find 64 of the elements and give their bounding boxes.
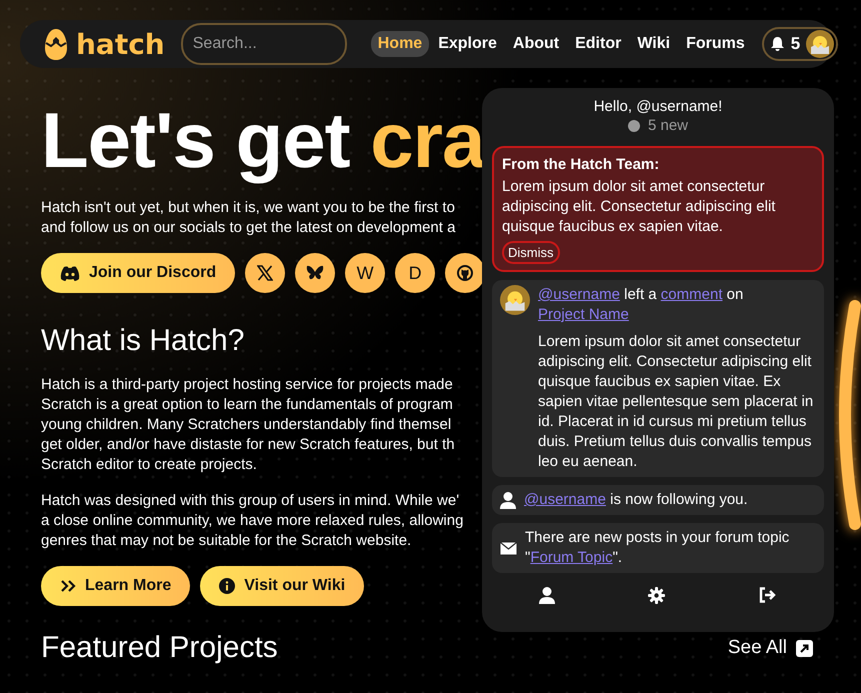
nav-link[interactable]: Explore [431, 31, 504, 57]
notification-text: @username left a comment on Project Name [538, 285, 744, 325]
user-icon [500, 492, 516, 508]
bell-icon [770, 36, 785, 52]
see-all-link[interactable]: See All [728, 637, 813, 659]
social-icon-button[interactable] [245, 253, 286, 293]
github-icon [457, 265, 474, 281]
greeting-text: Hello, @username! [592, 98, 724, 115]
intro-text-line: Hatch isn't out yet, but when it is, we want you to be the first to [41, 198, 455, 218]
info-icon [219, 578, 236, 594]
nav-link[interactable]: Editor [568, 31, 628, 57]
section-heading: What is Hatch? [41, 323, 244, 359]
discord-button[interactable]: Join our Discord [41, 253, 236, 293]
nav-link[interactable]: About [506, 31, 566, 57]
paragraph-text-line: genres that may not be suitable for the Scratch website. [41, 531, 412, 551]
notification-button[interactable]: 5 [762, 27, 838, 61]
learn-more-button[interactable]: Learn More [41, 566, 190, 606]
logo-text[interactable]: hatch [76, 28, 165, 60]
social-icon-button[interactable] [295, 253, 336, 293]
paragraph-text-line: Scratch editor to create projects. [41, 455, 257, 475]
paragraph-text-line: young children. Many Scratchers understandably find themsel [41, 415, 452, 435]
wiki-button[interactable]: Visit our Wiki [200, 566, 364, 606]
text-link[interactable]: Project Name [538, 306, 629, 323]
nav-link[interactable]: Home [370, 31, 430, 57]
section-heading: Featured Projects [41, 630, 278, 666]
notification-text: There are new posts in your forum topic "Forum Topic". [525, 528, 790, 568]
envelope-icon [500, 542, 517, 554]
dismiss-button[interactable]: Dismiss [502, 241, 560, 264]
intro-text-line: and follow us on our socials to get the latest on development a [41, 218, 456, 238]
paragraph-text-line: Hatch is a third-party project hosting service for projects made [41, 375, 453, 395]
text-link[interactable]: @username [538, 286, 620, 303]
paragraph-text-line: Hatch was designed with this group of users in mind. While we' [41, 491, 460, 511]
paragraph-text-line: get older, and/or have distaste for new Scratch features, but th [41, 435, 455, 455]
status-dot-icon [628, 120, 640, 132]
notification-card[interactable]: @username is now following you. [492, 485, 824, 515]
settings-icon[interactable] [648, 586, 666, 604]
egg-logo-icon [44, 27, 68, 61]
social-button[interactable]: D [395, 253, 436, 293]
social-button[interactable]: W [345, 253, 386, 293]
double-chevron-icon [60, 579, 76, 593]
logout-icon[interactable] [759, 587, 778, 603]
discord-icon [60, 266, 80, 280]
external-link-icon [796, 640, 813, 656]
search-field[interactable]: Search... [180, 23, 347, 65]
notification-card[interactable]: There are new posts in your forum topic "Forum Topic". [492, 523, 824, 573]
paragraph-text-line: Scratch is a great option to learn the fundamentals of program [41, 395, 453, 415]
notification-card[interactable] [492, 280, 824, 477]
text-link[interactable]: @username [524, 491, 606, 508]
new-count-text: 5 new [648, 117, 688, 134]
text-link[interactable]: comment [660, 286, 722, 303]
comment-text: Lorem ipsum dolor sit amet consectetur adipiscing elit. Consectetur adipiscing elit quisque faucibus ex sapien vitae. Ex sapien vitae pellentesque sem placerat in id. Placerat in id cursus mi pretium tellus duis. Pretium tellus duis convallis tempus leo eu aenean. [538, 332, 814, 472]
nav-link[interactable]: Wiki [630, 31, 678, 57]
x-icon [257, 265, 274, 281]
profile-icon[interactable] [538, 586, 555, 604]
notification-text: @username is now following you. [524, 490, 748, 510]
paragraph-text-line: a close online community, we have more relaxed rules, allowing [41, 511, 464, 531]
avatar-icon [806, 30, 834, 58]
butterfly-icon [306, 265, 324, 281]
hero-heading: Let's get cra [41, 95, 484, 186]
announcement-title: From the Hatch Team: [502, 156, 660, 173]
nav-link[interactable]: Forums [679, 31, 752, 57]
announcement-text: Lorem ipsum dolor sit amet consectetur adipiscing elit. Consectetur adipiscing elit quisque faucibus ex sapien vitae. [502, 177, 776, 237]
text-link[interactable]: Forum Topic [530, 549, 613, 566]
avatar-icon [500, 285, 530, 315]
